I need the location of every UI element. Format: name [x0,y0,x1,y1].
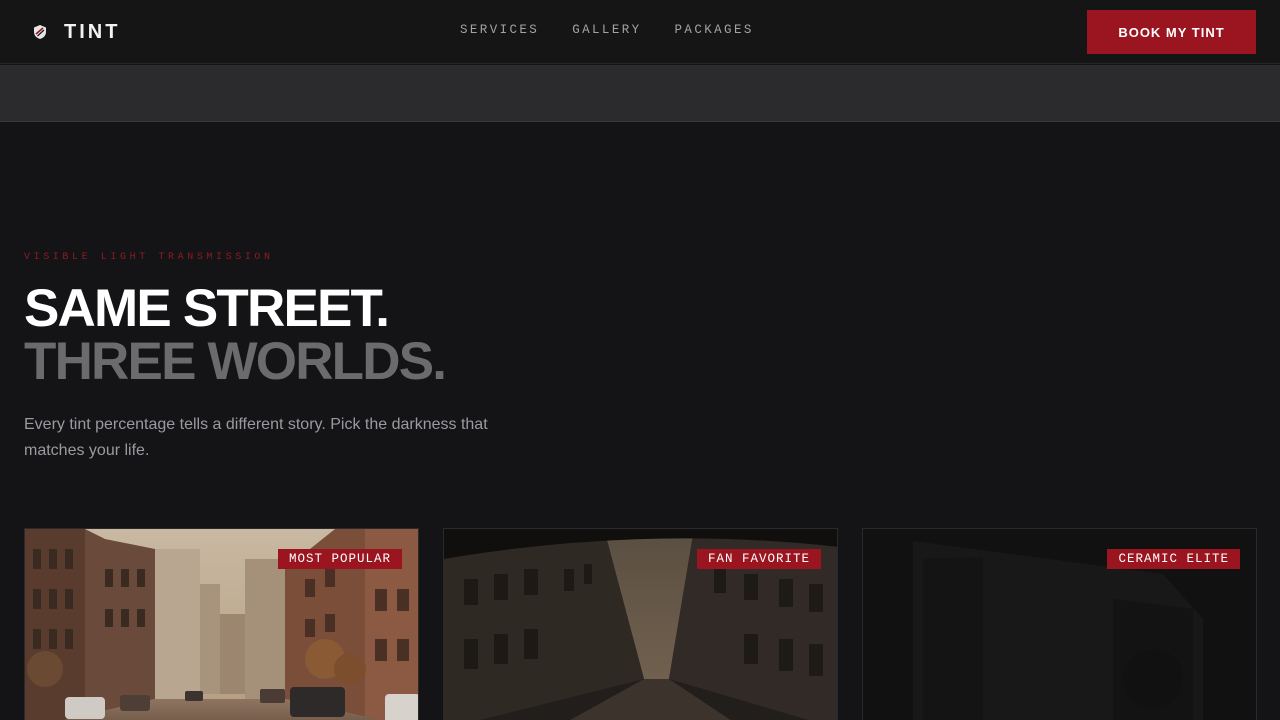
book-my-tint-button[interactable]: BOOK MY TINT [1087,10,1256,54]
tint-cards: MOST POPULAR FAN FAVORITE CERAMIC ELITE [24,528,1257,720]
card-badge: CERAMIC ELITE [1107,549,1240,569]
tint-card-medium[interactable]: FAN FAVORITE [443,528,838,720]
hero-headline: SAME STREET. THREE WORLDS. [24,279,447,391]
nav-links: SERVICES GALLERY PACKAGES [460,23,754,37]
tint-card-light[interactable]: MOST POPULAR [24,528,419,720]
brand-logo[interactable]: TINT [32,20,120,44]
headline-line-1: SAME STREET. [24,279,390,338]
nav-link-services[interactable]: SERVICES [460,23,539,37]
tint-card-dark[interactable]: CERAMIC ELITE [862,528,1257,720]
nav-link-packages[interactable]: PACKAGES [675,23,754,37]
card-badge: FAN FAVORITE [696,549,821,569]
headline-line-2: THREE WORLDS. [24,332,447,391]
banner-strip [0,65,1280,122]
shield-icon [34,25,46,39]
hero-eyebrow: VISIBLE LIGHT TRANSMISSION [24,252,274,263]
nav-link-gallery[interactable]: GALLERY [572,23,641,37]
top-nav: TINT SERVICES GALLERY PACKAGES BOOK MY T… [0,0,1280,64]
brand-name: TINT [64,20,121,43]
card-badge: MOST POPULAR [277,549,402,569]
hero-lede: Every tint percentage tells a different … [24,416,488,459]
